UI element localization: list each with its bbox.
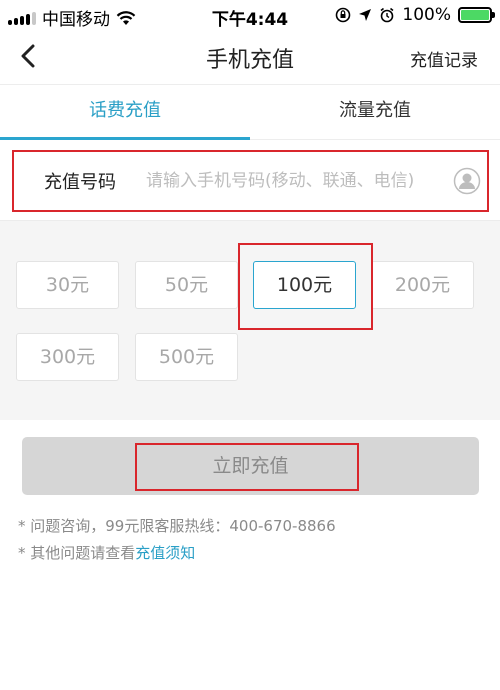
- alarm-icon: [380, 7, 394, 23]
- amount-option-300[interactable]: 300元: [16, 333, 119, 381]
- recharge-history-link[interactable]: 充值记录: [410, 46, 478, 71]
- amount-option-30[interactable]: 30元: [16, 261, 119, 309]
- faq-note: * 其他问题请查看充值须知: [18, 540, 488, 567]
- nav-bar: 手机充值 充值记录: [0, 30, 500, 84]
- tab-phone-credit[interactable]: 话费充值: [0, 85, 250, 140]
- lock-rotation-icon: [336, 7, 351, 23]
- contact-icon[interactable]: [453, 167, 481, 195]
- tab-bar: 话费充值 流量充值: [0, 84, 500, 140]
- amount-option-50[interactable]: 50元: [135, 261, 238, 309]
- phone-number-input[interactable]: [146, 171, 446, 191]
- phone-number-box: 充值号码: [12, 150, 489, 212]
- battery-icon: [458, 7, 495, 23]
- recharge-notice-link[interactable]: 充值须知: [135, 544, 195, 562]
- battery-percent: 100%: [402, 5, 451, 25]
- location-arrow-icon: [359, 9, 372, 21]
- tab-data-plan[interactable]: 流量充值: [250, 85, 500, 139]
- status-bar: 中国移动 下午4:44 100%: [0, 0, 500, 30]
- phone-number-row: 充值号码: [0, 140, 500, 220]
- amount-grid: 30元 50元 100元 200元 300元 500元: [0, 220, 500, 420]
- status-right: 100%: [335, 5, 495, 25]
- notes: * 问题咨询，99元限客服热线：400-670-8866 * 其他问题请查看充值…: [18, 513, 488, 567]
- amount-option-200[interactable]: 200元: [371, 261, 474, 309]
- amount-option-500[interactable]: 500元: [135, 333, 238, 381]
- faq-note-text: * 其他问题请查看: [18, 544, 136, 562]
- highlight-box-amount: [238, 243, 373, 330]
- hotline-note: * 问题咨询，99元限客服热线：400-670-8866: [18, 517, 336, 535]
- highlight-box-submit: [135, 443, 359, 491]
- phone-number-label: 充值号码: [44, 172, 116, 193]
